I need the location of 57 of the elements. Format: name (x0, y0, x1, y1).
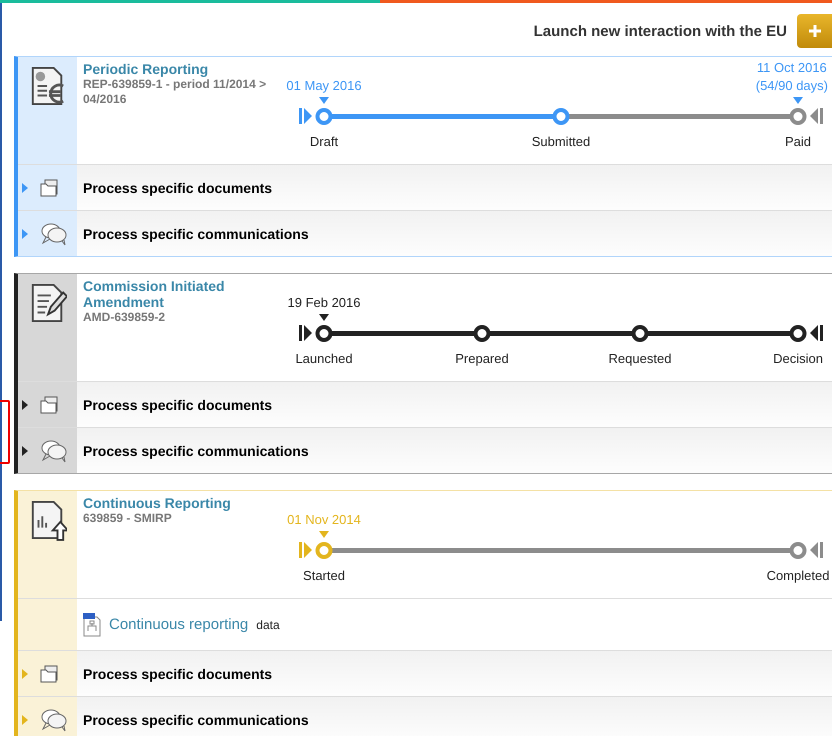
stage-label: Requested (608, 351, 672, 366)
data-label: data (256, 618, 280, 632)
section-label: Process specific documents (82, 180, 272, 196)
add-button[interactable] (797, 14, 832, 48)
stage-label: Decision (773, 351, 823, 366)
stage-date: 11 Oct 2016 (756, 59, 828, 77)
stage-label: Launched (295, 351, 353, 366)
section-row[interactable]: Process specific communications (18, 210, 832, 256)
speech-bubbles-icon (40, 222, 68, 246)
stage-label: Completed (766, 568, 830, 583)
stage-date: 01 Nov 2014 (287, 511, 361, 529)
section-label: Process specific communications (82, 226, 309, 242)
process-title[interactable]: Periodic Reporting (83, 61, 269, 77)
section-label: Process specific communications (82, 442, 309, 458)
speech-bubbles-icon (40, 708, 68, 732)
section-label: Process specific communications (82, 712, 309, 728)
section-row[interactable]: Process specific communications (18, 427, 832, 473)
start-cap-icon (299, 542, 313, 558)
current-marker-icon (319, 531, 329, 538)
stage-label: Started (303, 568, 345, 583)
current-marker-icon (793, 97, 803, 104)
section-row[interactable]: Process specific documents (18, 381, 832, 427)
highlight-frame (0, 400, 10, 464)
process-title[interactable]: Commission Initiated Amendment (83, 278, 269, 310)
end-cap-icon (809, 108, 823, 124)
start-cap-icon (299, 325, 313, 341)
process-reference: AMD-639859-2 (83, 310, 166, 325)
stage-date: 19 Feb 2016 (288, 294, 360, 312)
stage-label: Prepared (455, 351, 509, 366)
xml-file-icon (83, 612, 101, 636)
stage-label: Draft (310, 134, 338, 149)
section-row[interactable]: Process specific communications (18, 696, 832, 736)
expand-arrow-icon[interactable] (22, 446, 28, 456)
current-marker-icon (319, 314, 329, 321)
end-cap-icon (809, 325, 823, 341)
start-cap-icon (299, 108, 313, 124)
speech-bubbles-icon (40, 438, 68, 462)
folder-icon (40, 394, 60, 414)
section-row[interactable]: Process specific documents (18, 650, 832, 696)
process-reference: 639859 - SMIRP (83, 511, 173, 526)
section-label: Process specific documents (82, 666, 272, 682)
process-reference: REP-639859-1 - period 11/2014 > 04/2016 (83, 77, 268, 107)
continuous-reporting-link[interactable]: Continuous reporting (109, 616, 248, 633)
stage-date: 01 May 2016 (286, 77, 362, 95)
section-label: Process specific documents (82, 396, 272, 412)
stage-label: Submitted (532, 134, 590, 149)
section-row[interactable]: Process specific documents (18, 164, 832, 210)
stage-label: Paid (784, 134, 812, 149)
plus-icon (808, 24, 822, 38)
folder-icon (40, 664, 60, 684)
expand-arrow-icon[interactable] (22, 400, 28, 410)
stage-date: (54/90 days) (756, 77, 828, 95)
end-cap-icon (809, 542, 823, 558)
launch-label: Launch new interaction with the EU (534, 22, 787, 40)
process-title[interactable]: Continuous Reporting (83, 495, 269, 511)
current-marker-icon (319, 97, 329, 104)
folder-icon (40, 178, 60, 198)
